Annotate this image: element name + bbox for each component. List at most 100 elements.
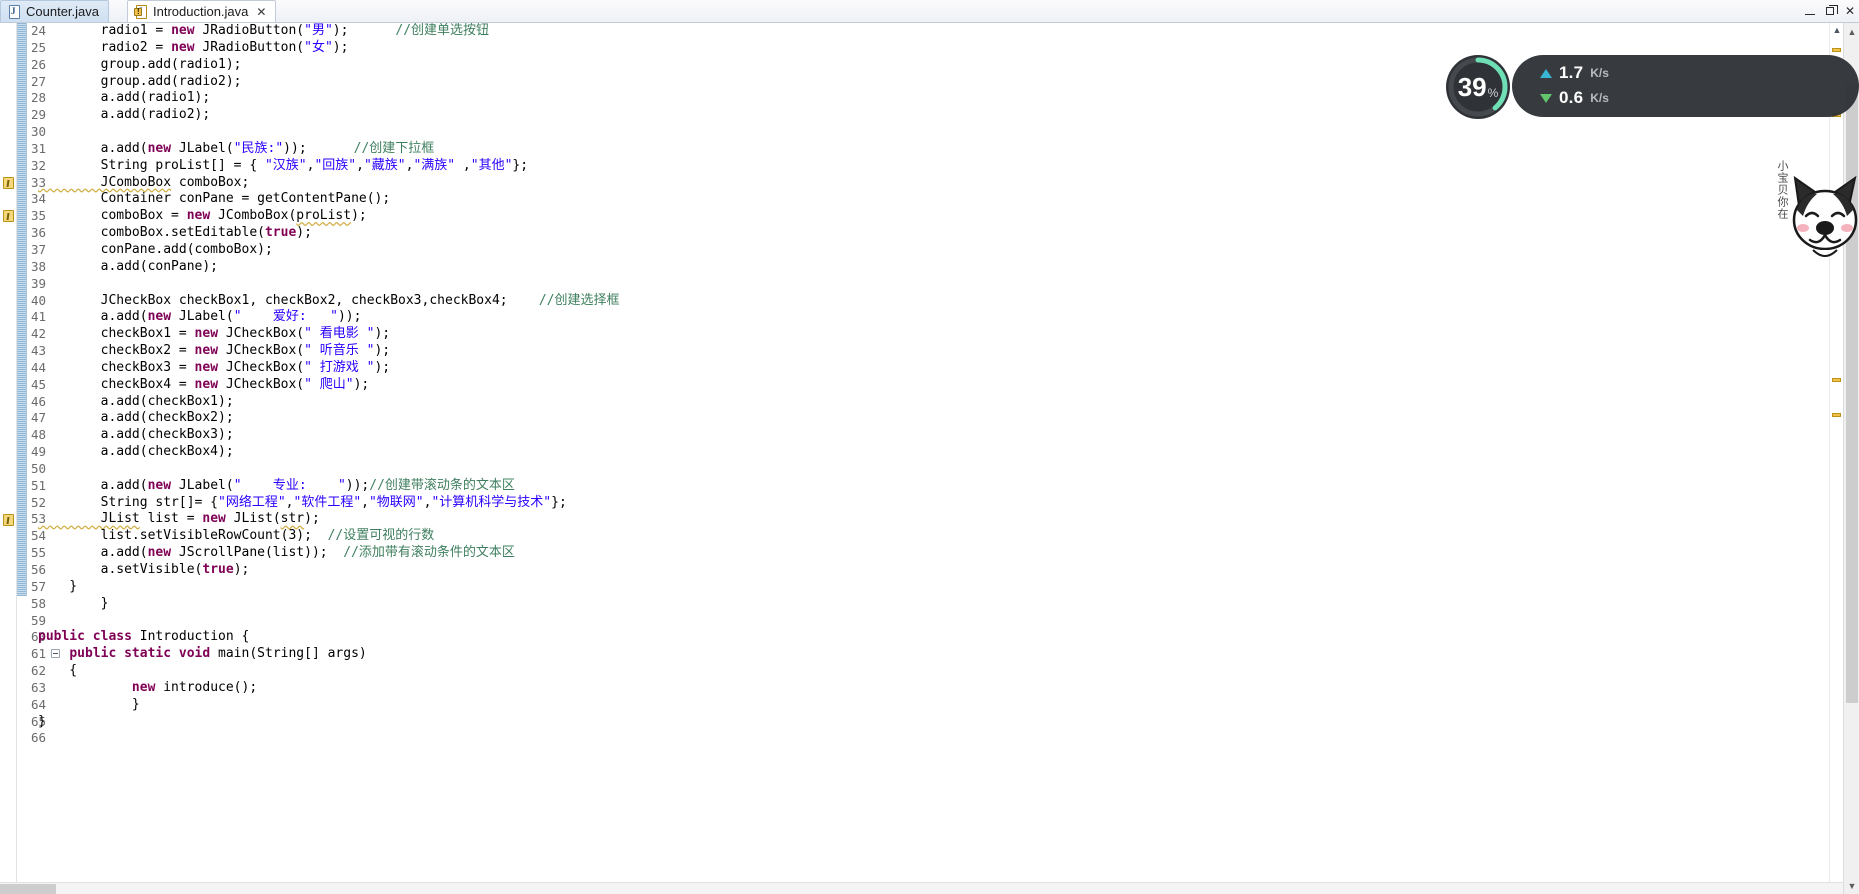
code-token: Container conPane = getContentPane();: [38, 191, 391, 207]
tab-introduction-java[interactable]: J Introduction.java ✕: [127, 0, 277, 22]
tab-counter-java[interactable]: J Counter.java: [0, 0, 109, 22]
code-line[interactable]: group.add(radio1);: [30, 57, 1830, 74]
overview-up-arrow-icon[interactable]: ▲: [1830, 23, 1844, 37]
code-line[interactable]: {: [30, 663, 1830, 680]
overview-ruler[interactable]: ▲ ▼: [1829, 23, 1843, 894]
code-line[interactable]: a.add(radio1);: [30, 90, 1830, 107]
overview-warning-marker[interactable]: [1832, 48, 1841, 52]
vertical-scrollbar-thumb[interactable]: [1846, 83, 1858, 703]
code-line[interactable]: }: [30, 697, 1830, 714]
code-token: JRadioButton(: [194, 23, 305, 38]
annotation-marker-bar[interactable]: [0, 23, 17, 894]
code-line[interactable]: comboBox.setEditable(true);: [30, 225, 1830, 242]
code-line[interactable]: Container conPane = getContentPane();: [30, 191, 1830, 208]
overview-warning-marker[interactable]: [1832, 378, 1841, 382]
code-token: a.setVisible(: [38, 562, 203, 577]
warning-marker-icon[interactable]: [1, 513, 16, 527]
code-token: );: [374, 343, 391, 359]
code-line[interactable]: list.setVisibleRowCount(3); //设置可视的行数: [30, 528, 1830, 545]
code-line[interactable]: conPane.add(comboBox);: [30, 242, 1830, 259]
code-line[interactable]: public static void main(String[] args): [30, 646, 1830, 663]
code-line[interactable]: checkBox1 = new JCheckBox(" 看电影 ");: [30, 326, 1830, 343]
code-line[interactable]: a.add(new JLabel(" 专业: "));//创建带滚动条的文本区: [30, 478, 1830, 495]
code-line[interactable]: a.add(checkBox1);: [30, 394, 1830, 411]
code-token: {: [38, 663, 78, 679]
code-token: main(String[] args): [210, 646, 367, 662]
overview-warning-marker[interactable]: [1832, 413, 1841, 417]
code-token: a.add(: [38, 140, 148, 156]
code-token: a.add(checkBox2);: [38, 410, 234, 426]
eclipse-editor-window: J Counter.java J Introduction.java ✕ ✕ 2…: [0, 0, 1859, 894]
code-text-area[interactable]: radio1 = new JRadioButton("男"); //创建单选按钮…: [30, 23, 1830, 894]
code-line[interactable]: a.add(checkBox4);: [30, 444, 1830, 461]
scroll-down-arrow-icon[interactable]: ▼: [1844, 877, 1859, 894]
overview-warning-marker[interactable]: [1832, 113, 1841, 117]
code-line[interactable]: checkBox3 = new JCheckBox(" 打游戏 ");: [30, 360, 1830, 377]
code-token: public class: [38, 629, 132, 645]
horizontal-scrollbar-thumb[interactable]: [0, 884, 56, 894]
code-line[interactable]: }: [30, 579, 1830, 596]
code-line[interactable]: }: [30, 596, 1830, 613]
tab-label: Introduction.java: [153, 4, 249, 19]
code-line[interactable]: [30, 730, 1830, 747]
warning-marker-icon[interactable]: [1, 176, 16, 190]
code-line[interactable]: a.add(checkBox3);: [30, 427, 1830, 444]
code-token: new: [194, 376, 219, 392]
code-line[interactable]: String proList[] = { "汉族","回族","藏族","满族"…: [30, 158, 1830, 175]
code-line[interactable]: a.add(new JLabel("民族:")); //创建下拉框: [30, 141, 1830, 158]
code-line[interactable]: JComboBox comboBox;: [30, 175, 1830, 192]
code-line[interactable]: new introduce();: [30, 680, 1830, 697]
code-token: public static void: [69, 646, 211, 662]
code-token: "女": [304, 39, 333, 55]
code-line[interactable]: [30, 461, 1830, 478]
code-line[interactable]: a.setVisible(true);: [30, 562, 1830, 579]
close-window-icon[interactable]: ✕: [1845, 5, 1855, 17]
code-token: new: [194, 359, 219, 375]
code-token: };: [551, 494, 567, 510]
code-line[interactable]: a.add(conPane);: [30, 259, 1830, 276]
code-token: };: [512, 157, 529, 173]
code-token: "回族": [314, 157, 357, 173]
code-line[interactable]: public class Introduction {: [30, 629, 1830, 646]
code-token: ,: [356, 157, 364, 173]
code-token: );: [353, 376, 370, 392]
code-line[interactable]: radio1 = new JRadioButton("男"); //创建单选按钮: [30, 23, 1830, 40]
close-icon[interactable]: ✕: [256, 6, 266, 18]
code-line[interactable]: a.add(radio2);: [30, 107, 1830, 124]
code-editor[interactable]: 24 25 26 27 28 29 30 31 32 33 34 35 36 37 38 39 40 41 42 43…: [0, 23, 1859, 894]
code-line[interactable]: radio2 = new JRadioButton("女");: [30, 40, 1830, 57]
code-line[interactable]: }: [30, 714, 1830, 731]
code-token: true: [264, 225, 297, 241]
code-line[interactable]: comboBox = new JComboBox(proList);: [30, 208, 1830, 225]
code-line[interactable]: String str[]= {"网络工程","软件工程","物联网","计算机科…: [30, 495, 1830, 512]
code-token: //创建下拉框: [353, 140, 435, 156]
code-line[interactable]: checkBox4 = new JCheckBox(" 爬山");: [30, 377, 1830, 394]
code-line[interactable]: [30, 613, 1830, 630]
code-token: JLabel(: [171, 477, 234, 493]
code-line[interactable]: [30, 276, 1830, 293]
code-token: //创建单选按钮: [395, 23, 490, 38]
window-controls: ✕: [1804, 0, 1855, 22]
code-token: "藏族": [363, 157, 406, 173]
code-line[interactable]: JCheckBox checkBox1, checkBox2, checkBox…: [30, 293, 1830, 310]
editor-tab-bar: J Counter.java J Introduction.java ✕ ✕: [0, 0, 1859, 23]
restore-icon[interactable]: [1825, 5, 1838, 15]
code-line[interactable]: a.add(new JScrollPane(list)); //添加带有滚动条件…: [30, 545, 1830, 562]
horizontal-scrollbar[interactable]: [0, 882, 1843, 894]
code-token: a.add(checkBox4);: [38, 444, 234, 460]
tab-label: Counter.java: [26, 4, 99, 19]
code-line[interactable]: a.add(checkBox2);: [30, 410, 1830, 427]
code-line[interactable]: a.add(new JLabel(" 爱好: "));: [30, 309, 1830, 326]
java-file-warning-icon: J: [134, 4, 148, 19]
warning-marker-icon[interactable]: [1, 209, 16, 223]
code-line[interactable]: JList list = new JList(str);: [30, 511, 1830, 528]
code-line[interactable]: checkBox2 = new JCheckBox(" 听音乐 ");: [30, 343, 1830, 360]
code-line[interactable]: [30, 124, 1830, 141]
code-token: //创建带滚动条的文本区: [369, 477, 515, 493]
vertical-scrollbar[interactable]: ▲ ▼: [1843, 23, 1859, 894]
code-token: JScrollPane(list));: [171, 545, 344, 561]
code-token: );: [233, 562, 250, 577]
minimize-icon[interactable]: [1804, 13, 1815, 15]
scroll-up-arrow-icon[interactable]: ▲: [1844, 23, 1859, 40]
code-line[interactable]: group.add(radio2);: [30, 74, 1830, 91]
